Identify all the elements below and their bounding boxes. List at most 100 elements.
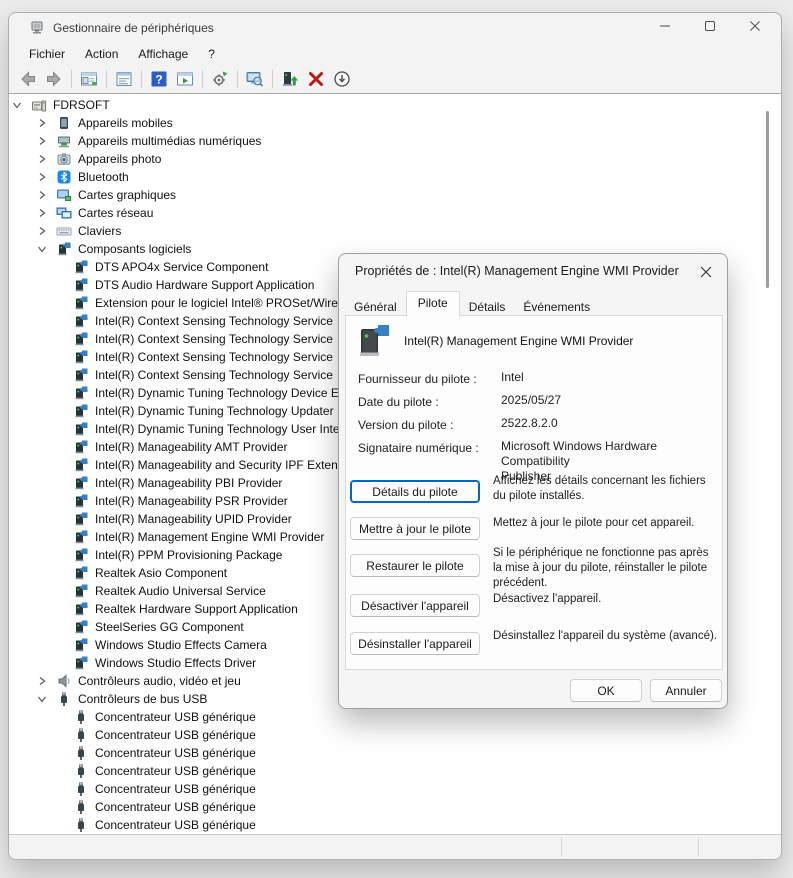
roll-back-driver-button[interactable]: Restaurer le pilote	[350, 554, 480, 577]
uninstall-device-button[interactable]: Désinstaller l'appareil	[350, 632, 480, 655]
tree-item[interactable]: Concentrateur USB générique	[9, 816, 781, 834]
tree-item-label: Intel(R) Dynamic Tuning Technology Devic…	[95, 386, 339, 400]
vertical-scrollbar[interactable]	[766, 111, 769, 288]
chevron-collapsed-icon[interactable]	[36, 153, 48, 165]
disable-device-button[interactable]: Désactiver l'appareil	[350, 594, 480, 617]
menu-item-help[interactable]: ?	[198, 45, 225, 63]
scan-hardware-changes-button[interactable]	[208, 67, 232, 91]
device-manager-icon	[29, 20, 45, 36]
properties-button[interactable]	[112, 67, 136, 91]
field-label: Version du pilote :	[358, 418, 453, 432]
tab-evenements[interactable]: Événements	[514, 297, 599, 317]
tree-item-label: Concentrateur USB générique	[95, 818, 256, 832]
usb-hub-icon	[73, 727, 89, 743]
update-driver-button[interactable]	[278, 67, 302, 91]
svg-text:?: ?	[155, 73, 162, 87]
forward-button[interactable]	[42, 67, 66, 91]
computer-search-button[interactable]	[243, 67, 267, 91]
toolbar-separator	[272, 70, 273, 88]
field-value: 2522.8.2.0	[501, 416, 723, 431]
uninstall-device-button[interactable]	[304, 67, 328, 91]
tree-item[interactable]: Claviers	[9, 222, 781, 240]
tree-item[interactable]: Concentrateur USB générique	[9, 798, 781, 816]
dialog-close-icon[interactable]	[697, 263, 715, 281]
driver-details-button[interactable]: Détails du pilote	[350, 480, 480, 503]
chevron-expanded-icon[interactable]	[36, 243, 48, 255]
software-component-icon	[73, 475, 89, 491]
tab-details[interactable]: Détails	[460, 297, 515, 317]
usb-hub-icon	[73, 709, 89, 725]
tree-item[interactable]: Appareils mobiles	[9, 114, 781, 132]
disable-icon	[332, 69, 352, 89]
chevron-collapsed-icon[interactable]	[36, 189, 48, 201]
minimize-button[interactable]	[642, 13, 687, 43]
menu-item-action[interactable]: Action	[75, 45, 128, 63]
tree-item[interactable]: Appareils multimédias numériques	[9, 132, 781, 150]
tree-item[interactable]: Appareils photo	[9, 150, 781, 168]
tree-item[interactable]: Concentrateur USB générique	[9, 708, 781, 726]
scan-hardware-icon	[210, 69, 230, 89]
tree-item[interactable]: FDRSOFT	[9, 96, 781, 114]
field-value: Intel	[501, 370, 723, 385]
tree-item[interactable]: Concentrateur USB générique	[9, 780, 781, 798]
tree-item[interactable]: Cartes graphiques	[9, 186, 781, 204]
back-button[interactable]	[16, 67, 40, 91]
tree-item[interactable]: Cartes réseau	[9, 204, 781, 222]
action-pane-button[interactable]	[173, 67, 197, 91]
tree-item-label: FDRSOFT	[53, 98, 110, 112]
chevron-expanded-icon[interactable]	[11, 99, 23, 111]
back-icon	[18, 69, 38, 89]
tree-item-label: Bluetooth	[78, 170, 129, 184]
menu-item-affichage[interactable]: Affichage	[128, 45, 198, 63]
roll-back-driver-description: Si le périphérique ne fonctionne pas apr…	[493, 546, 719, 591]
tree-item-label: Intel(R) Context Sensing Technology Serv…	[95, 368, 333, 382]
usb-hub-icon	[73, 763, 89, 779]
maximize-button[interactable]	[687, 13, 732, 43]
tab-general[interactable]: Général	[345, 297, 406, 317]
media-device-icon	[56, 133, 72, 149]
help-button[interactable]: ?	[147, 67, 171, 91]
uninstall-device-description: Désinstallez l'appareil du système (avan…	[493, 629, 719, 644]
tree-item-label: Intel(R) Manageability and Security IPF …	[95, 458, 346, 472]
chevron-expanded-icon[interactable]	[36, 693, 48, 705]
field-label: Fournisseur du pilote :	[358, 372, 477, 386]
close-button[interactable]	[732, 13, 777, 43]
software-component-icon	[73, 331, 89, 347]
chevron-collapsed-icon[interactable]	[36, 207, 48, 219]
uninstall-icon	[306, 69, 326, 89]
update-driver-button[interactable]: Mettre à jour le pilote	[350, 517, 480, 540]
device-header: Intel(R) Management Engine WMI Provider	[358, 322, 633, 360]
chevron-collapsed-icon[interactable]	[36, 117, 48, 129]
tree-item[interactable]: Concentrateur USB générique	[9, 744, 781, 762]
tab-pilote[interactable]: Pilote	[406, 291, 460, 317]
tree-item[interactable]: Concentrateur USB générique	[9, 726, 781, 744]
tree-item-label: Realtek Asio Component	[95, 566, 227, 580]
menu-item-fichier[interactable]: Fichier	[19, 45, 75, 63]
tree-item-label: Intel(R) Manageability PSR Provider	[95, 494, 288, 508]
statusbar-divider	[561, 837, 562, 857]
software-component-icon	[73, 367, 89, 383]
tree-item[interactable]: Bluetooth	[9, 168, 781, 186]
chevron-collapsed-icon[interactable]	[36, 171, 48, 183]
tree-item-label: Intel(R) Manageability PBI Provider	[95, 476, 282, 490]
show-console-tree-button[interactable]	[77, 67, 101, 91]
tree-item-label: Cartes réseau	[78, 206, 153, 220]
chevron-collapsed-icon[interactable]	[36, 225, 48, 237]
disable-device-button[interactable]	[330, 67, 354, 91]
tree-item-label: Appareils photo	[78, 152, 161, 166]
cancel-button[interactable]: Annuler	[650, 679, 722, 702]
software-component-icon	[73, 439, 89, 455]
tree-item-label: Realtek Hardware Support Application	[95, 602, 298, 616]
update-driver-description: Mettez à jour le pilote pour cet apparei…	[493, 516, 719, 531]
tree-item-label: Appareils multimédias numériques	[78, 134, 261, 148]
device-name: Intel(R) Management Engine WMI Provider	[404, 334, 633, 348]
tree-item[interactable]: Concentrateur USB générique	[9, 762, 781, 780]
ok-button[interactable]: OK	[570, 679, 642, 702]
chevron-collapsed-icon[interactable]	[36, 135, 48, 147]
minimize-icon	[659, 19, 671, 37]
tree-item-label: SteelSeries GG Component	[95, 620, 244, 634]
tree-item-label: Claviers	[78, 224, 121, 238]
chevron-collapsed-icon[interactable]	[36, 675, 48, 687]
bluetooth-icon	[56, 169, 72, 185]
usb-hub-icon	[73, 745, 89, 761]
